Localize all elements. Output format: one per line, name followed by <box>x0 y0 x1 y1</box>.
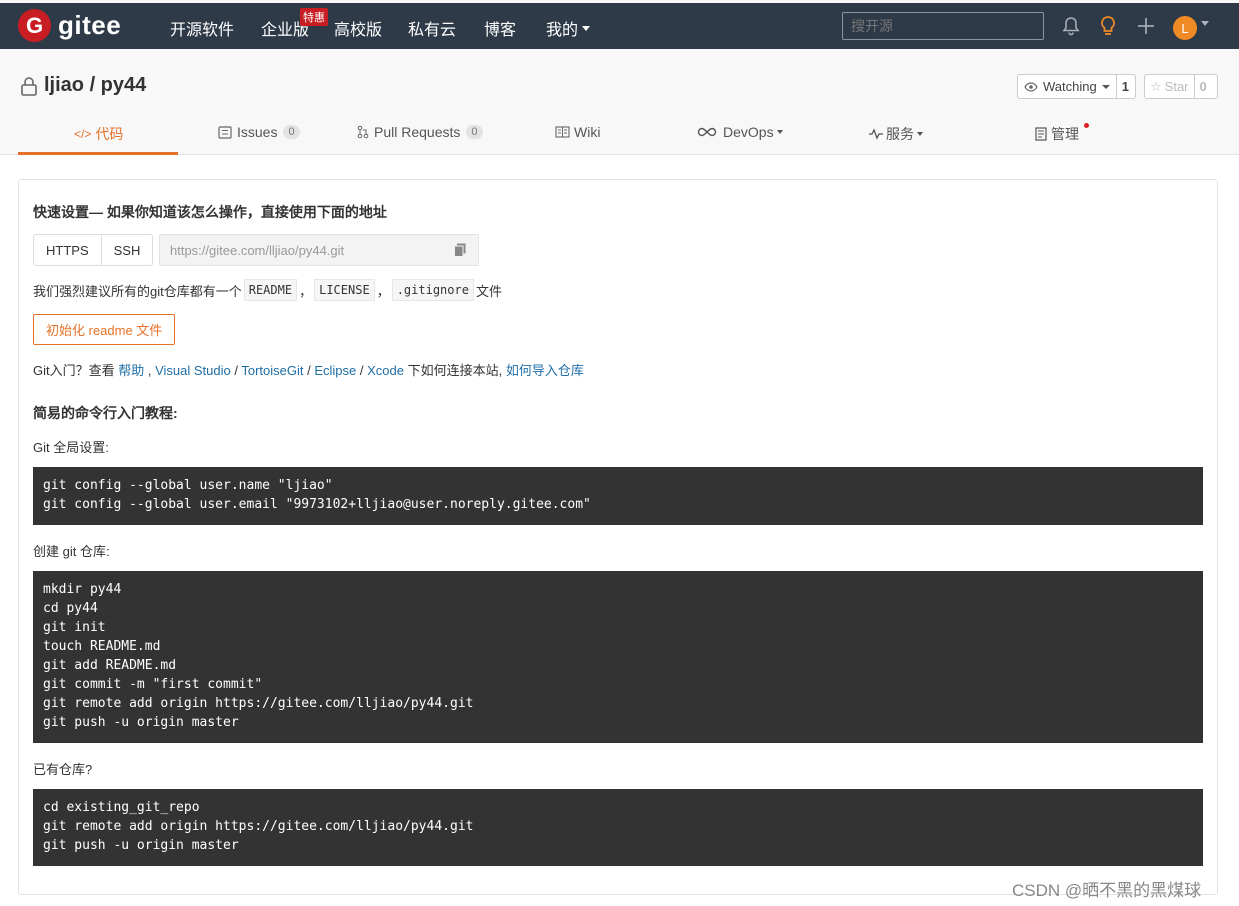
license-chip: LICENSE <box>314 279 375 301</box>
import-repo-link[interactable]: 如何导入仓库 <box>506 363 584 378</box>
tool-sep: / <box>356 363 368 378</box>
readme-chip: README <box>243 279 298 301</box>
tab-code[interactable]: </> 代码 <box>74 124 123 144</box>
recommend-suffix: 文件 <box>475 283 502 299</box>
eye-icon <box>1024 81 1038 92</box>
tab-pull-requests[interactable]: Pull Requests 0 <box>357 124 483 140</box>
watching-count[interactable]: 1 <box>1115 75 1134 98</box>
nav-mine[interactable]: 我的 <box>546 16 591 40</box>
help-line: Git入门？查看 帮助 , Visual Studio / TortoiseGi… <box>33 360 584 379</box>
help-after: 下如何连接本站, <box>403 363 506 378</box>
tool-sep: / <box>303 363 315 378</box>
tool-sep: / <box>230 363 242 378</box>
chevron-down-icon <box>582 25 591 31</box>
chevron-down-icon <box>1101 84 1110 89</box>
logo-mark: G <box>18 9 51 42</box>
tab-manage[interactable]: 管理 <box>1035 124 1079 144</box>
issues-count-badge: 0 <box>283 125 300 139</box>
tab-wiki[interactable]: Wiki <box>555 124 600 140</box>
quick-setup-title: 快速设置— 如果你知道该怎么操作，直接使用下面的地址 <box>33 204 387 220</box>
tab-pr-label: Pull Requests <box>374 124 461 140</box>
tab-code-label: 代码 <box>95 126 124 142</box>
pr-count-badge: 0 <box>466 125 483 139</box>
help-link[interactable]: 帮助 <box>118 363 144 378</box>
pull-request-icon <box>357 125 369 139</box>
create-repo-label: 创建 git 仓库: <box>33 544 110 559</box>
watching-label-wrap: Watching <box>1018 79 1116 94</box>
tab-services[interactable]: 服务 <box>869 124 923 144</box>
tab-issues-label: Issues <box>237 124 278 140</box>
copy-icon[interactable] <box>454 243 466 257</box>
book-icon <box>555 126 570 138</box>
lock-icon <box>21 76 37 96</box>
gitignore-chip: .gitignore <box>391 279 474 301</box>
star-button[interactable]: ☆ Star 0 <box>1144 74 1218 99</box>
existing-repo-code: cd existing_git_repo git remote add orig… <box>33 789 1203 866</box>
watching-button[interactable]: Watching 1 <box>1017 74 1136 99</box>
eclipse-link[interactable]: Eclipse <box>314 363 356 378</box>
global-setup-code: git config --global user.name "ljiao" gi… <box>33 467 1203 525</box>
help-prefix: Git入门？查看 <box>33 363 119 378</box>
tutorial-title: 简易的命令行入门教程: <box>33 405 178 421</box>
tortoisegit-link[interactable]: TortoiseGit <box>241 363 303 378</box>
clone-url: https://gitee.com/lljiao/py44.git <box>170 242 345 258</box>
tab-issues[interactable]: Issues 0 <box>218 124 300 140</box>
tab-wiki-label: Wiki <box>574 124 601 140</box>
notification-dot <box>1084 123 1089 128</box>
nav-open-source[interactable]: 开源软件 <box>170 16 234 40</box>
init-readme-button[interactable]: 初始化 readme 文件 <box>33 314 176 345</box>
help-mid: , <box>144 363 156 378</box>
nav-blog[interactable]: 博客 <box>484 16 516 40</box>
avatar-chevron-down-icon[interactable] <box>1201 21 1209 26</box>
star-label-wrap: ☆ Star <box>1145 79 1194 95</box>
project-header: ljiao / py44 Watching 1 ☆ Star 0 </> 代码 … <box>0 49 1239 155</box>
issues-icon <box>218 125 232 139</box>
project-title: ljiao / py44 <box>20 74 146 97</box>
lightbulb-icon[interactable] <box>1097 15 1119 37</box>
recommend-text: 我们强烈建议所有的git仓库都有一个 README ， LICENSE ， .g… <box>33 279 502 301</box>
promo-badge: 特惠 <box>300 8 328 26</box>
plus-icon[interactable] <box>1135 15 1157 37</box>
quick-setup-card: 快速设置— 如果你知道该怎么操作，直接使用下面的地址 HTTPS SSH htt… <box>18 179 1218 895</box>
project-title-text[interactable]: ljiao / py44 <box>44 74 146 97</box>
settings-doc-icon <box>1035 127 1047 141</box>
tab-manage-label: 管理 <box>1051 126 1079 142</box>
avatar[interactable]: L <box>1173 16 1197 40</box>
tab-services-label: 服务 <box>886 126 914 142</box>
visual-studio-link[interactable]: Visual Studio <box>155 363 231 378</box>
tab-devops-label: DevOps <box>723 124 774 140</box>
existing-repo-label: 已有仓库? <box>33 762 93 777</box>
chip-separator: ， <box>299 283 313 299</box>
watermark: CSDN @晒不黑的黑煤球 <box>1012 881 1202 900</box>
watching-label: Watching <box>1043 79 1097 94</box>
tab-devops[interactable]: DevOps <box>697 124 783 140</box>
code-icon: </> <box>74 127 92 141</box>
star-label: Star <box>1164 79 1189 94</box>
active-tab-indicator <box>18 152 178 155</box>
chip-separator: ， <box>376 283 390 299</box>
star-count[interactable]: 0 <box>1193 75 1212 98</box>
nav-mine-label: 我的 <box>546 22 579 39</box>
top-navbar: G gitee 开源软件 企业版 特惠 高校版 私有云 博客 我的 L <box>0 0 1239 49</box>
search-input[interactable] <box>842 12 1044 40</box>
star-icon: ☆ <box>1150 78 1162 94</box>
nav-private-cloud[interactable]: 私有云 <box>408 16 456 40</box>
gitee-logo[interactable]: G gitee <box>18 9 121 42</box>
infinity-icon <box>697 127 717 137</box>
nav-education[interactable]: 高校版 <box>334 16 382 40</box>
pulse-icon <box>869 128 883 140</box>
bell-icon[interactable] <box>1060 15 1082 37</box>
clone-url-field[interactable]: https://gitee.com/lljiao/py44.git <box>159 234 479 266</box>
protocol-switch: HTTPS SSH <box>33 234 154 266</box>
xcode-link[interactable]: Xcode <box>367 363 404 378</box>
chevron-down-icon <box>776 130 783 134</box>
global-setup-label: Git 全局设置: <box>33 440 109 455</box>
create-repo-code: mkdir py44 cd py44 git init touch README… <box>33 571 1203 743</box>
https-button[interactable]: HTTPS <box>34 235 101 265</box>
ssh-button[interactable]: SSH <box>100 235 153 265</box>
chevron-down-icon <box>917 132 923 136</box>
recommend-prefix: 我们强烈建议所有的git仓库都有一个 <box>33 283 242 299</box>
logo-text: gitee <box>58 10 122 40</box>
